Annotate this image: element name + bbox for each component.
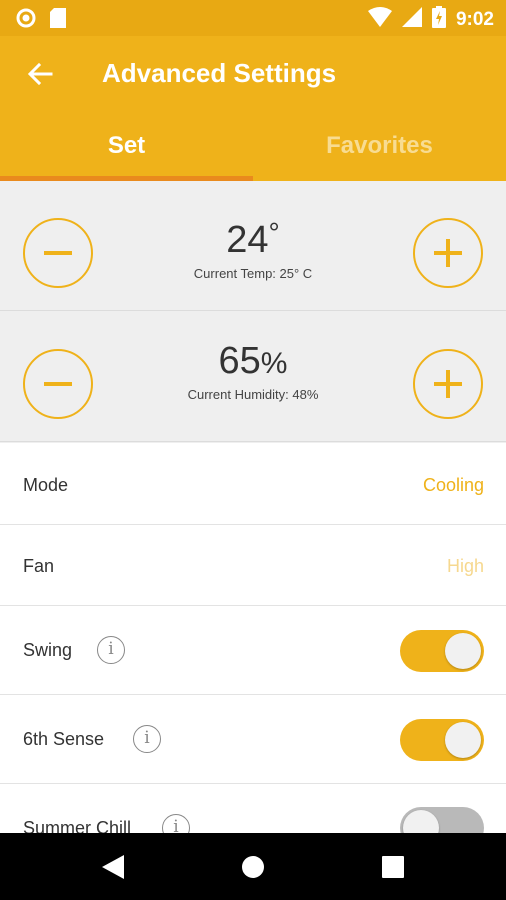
navigation-bar [0, 833, 506, 900]
page-title: Advanced Settings [102, 58, 337, 88]
humidity-unit: % [260, 347, 288, 380]
temperature-control: 24° Current Temp: 25° C [0, 181, 506, 311]
toggle-knob [445, 722, 481, 758]
current-humidity: Current Humidity: 48% [187, 387, 319, 402]
nav-back-button[interactable] [93, 847, 133, 887]
setting-mode[interactable]: Mode Cooling [0, 443, 506, 525]
current-temperature: Current Temp: 25° C [193, 266, 313, 281]
info-icon[interactable]: i [97, 636, 125, 664]
info-icon[interactable]: i [133, 725, 161, 753]
humidity-value: 65 [218, 340, 261, 382]
toggle-knob [445, 633, 481, 669]
temperature-unit: ° [268, 217, 280, 248]
temperature-decrease-button[interactable] [23, 218, 93, 288]
back-button[interactable] [18, 56, 62, 96]
setting-mode-value[interactable]: Cooling [423, 475, 484, 496]
setting-6th-sense: 6th Sense i [0, 695, 506, 784]
tab-favorites[interactable]: Favorites [253, 114, 506, 178]
humidity-control: 65% Current Humidity: 48% [0, 312, 506, 442]
status-time: 9:02 [455, 8, 494, 30]
settings-list: Mode Cooling Fan High Swing i 6th Sense … [0, 443, 506, 864]
setting-swing: Swing i [0, 606, 506, 695]
tab-set[interactable]: Set [0, 114, 253, 178]
minus-icon [44, 382, 72, 386]
setting-fan-value[interactable]: High [447, 556, 484, 577]
minus-icon [44, 251, 72, 255]
nav-home-button[interactable] [233, 847, 273, 887]
humidity-decrease-button[interactable] [23, 349, 93, 419]
status-bar: 9:02 [0, 0, 506, 36]
plus-icon [434, 239, 462, 267]
nav-recents-button[interactable] [373, 847, 413, 887]
signal-icon [401, 7, 422, 32]
temperature-value: 24 [226, 219, 269, 261]
circle-icon [16, 8, 36, 33]
setting-fan-label: Fan [23, 556, 55, 576]
sd-card-icon [50, 8, 66, 33]
control-area: 24° Current Temp: 25° C 65% Current Humi… [0, 181, 506, 443]
arrow-left-icon [27, 62, 53, 91]
setting-mode-label: Mode [23, 475, 69, 495]
home-circle-icon [242, 856, 264, 878]
temperature-increase-button[interactable] [413, 218, 483, 288]
plus-icon [434, 370, 462, 398]
setting-6th-sense-label: 6th Sense [23, 729, 105, 749]
battery-charging-icon [431, 6, 446, 33]
setting-swing-label: Swing [23, 640, 73, 660]
swing-toggle[interactable] [400, 630, 484, 672]
6th-sense-toggle[interactable] [400, 719, 484, 761]
recents-square-icon [382, 856, 404, 878]
setting-fan[interactable]: Fan High [0, 525, 506, 606]
back-triangle-icon [102, 855, 124, 879]
app-bar: Advanced Settings Set Favorites [0, 36, 506, 181]
wifi-icon [367, 7, 392, 32]
temperature-display: 24° Current Temp: 25° C [120, 217, 386, 281]
humidity-display: 65% Current Humidity: 48% [120, 340, 386, 402]
humidity-increase-button[interactable] [413, 349, 483, 419]
